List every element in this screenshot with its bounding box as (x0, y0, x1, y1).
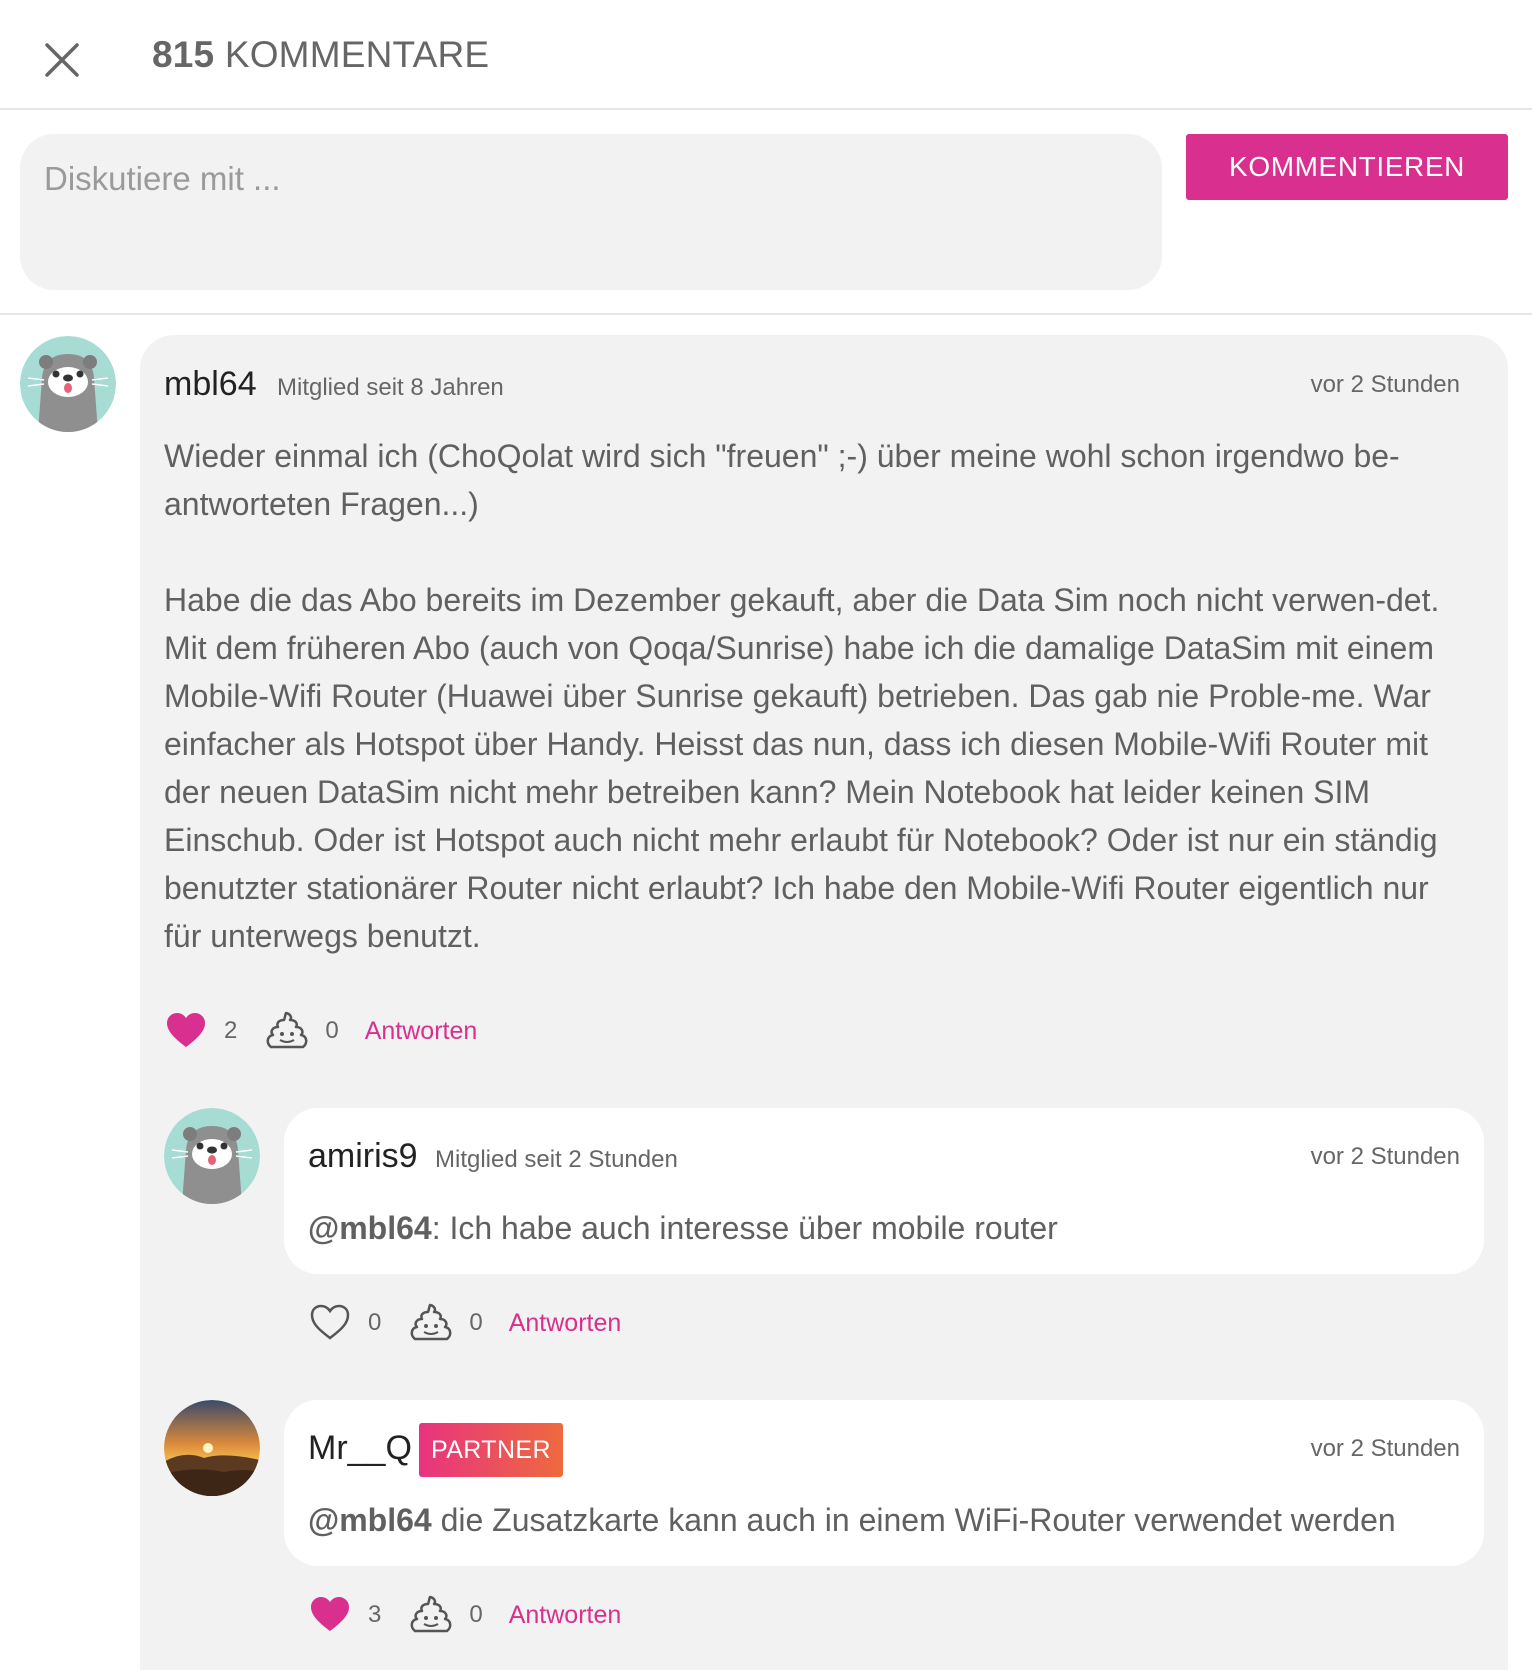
like-count: 3 (368, 1601, 382, 1628)
comment-actions: 2 0 Antworten (164, 1006, 477, 1056)
comment-text: die Zusatzkarte kann auch in einem WiFi-… (431, 1502, 1396, 1538)
divider (0, 313, 1532, 315)
heart-outline-icon[interactable] (308, 1301, 352, 1345)
reply-button[interactable]: Antworten (365, 1017, 478, 1046)
partner-badge: PARTNER (419, 1423, 563, 1477)
page-title: 815 KOMMENTARE (152, 34, 489, 76)
poop-icon[interactable] (409, 1301, 453, 1345)
comment-timestamp: vor 2 Stunden (1310, 1143, 1460, 1170)
otter-avatar-icon (164, 1108, 260, 1204)
comment-body: Wieder einmal ich (ChoQolat wird sich "f… (164, 432, 1464, 960)
submit-comment-button[interactable]: KOMMENTIEREN (1186, 134, 1508, 200)
comment-timestamp: vor 2 Stunden (1310, 371, 1460, 398)
comment-username[interactable]: amiris9 (308, 1137, 418, 1176)
reply-button[interactable]: Antworten (509, 1601, 622, 1630)
comment-actions: 3 0 Antworten (308, 1590, 621, 1640)
comment-timestamp: vor 2 Stunden (1310, 1435, 1460, 1462)
comment-input[interactable] (20, 134, 1162, 290)
poop-count: 0 (469, 1309, 483, 1336)
comments-header: 815 KOMMENTARE (0, 0, 1532, 110)
heart-filled-icon[interactable] (164, 1009, 208, 1053)
reply-button[interactable]: Antworten (509, 1309, 622, 1338)
comment-count: 815 (152, 34, 215, 75)
comment-paragraph: Wieder einmal ich (ChoQolat wird sich "f… (164, 438, 1400, 522)
avatar[interactable] (164, 1400, 260, 1496)
sunset-avatar-icon (164, 1400, 260, 1496)
comment-username[interactable]: Mr__Q (308, 1429, 412, 1468)
mention[interactable]: @mbl64 (308, 1502, 432, 1538)
comment-body: @mbl64: Ich habe auch interesse über mob… (308, 1204, 1468, 1252)
otter-avatar-icon (20, 336, 116, 432)
comment-actions: 0 0 Antworten (308, 1298, 621, 1348)
comment-username[interactable]: mbl64 (164, 365, 257, 404)
comment-body: @mbl64 die Zusatzkarte kann auch in eine… (308, 1496, 1468, 1544)
poop-count: 0 (469, 1601, 483, 1628)
comment-count-label: KOMMENTARE (214, 34, 490, 75)
comment-paragraph: Habe die das Abo bereits im Dezember gek… (164, 582, 1440, 954)
poop-icon[interactable] (409, 1593, 453, 1637)
member-since: Mitglied seit 8 Jahren (277, 374, 504, 401)
mention[interactable]: @mbl64 (308, 1210, 432, 1246)
avatar[interactable] (164, 1108, 260, 1204)
like-count: 0 (368, 1309, 382, 1336)
close-icon[interactable] (38, 36, 86, 84)
poop-count: 0 (325, 1017, 339, 1044)
member-since: Mitglied seit 2 Stunden (435, 1146, 678, 1173)
like-count: 2 (224, 1017, 238, 1044)
heart-filled-icon[interactable] (308, 1593, 352, 1637)
comment-text: : Ich habe auch interesse über mobile ro… (431, 1210, 1058, 1246)
poop-icon[interactable] (265, 1009, 309, 1053)
avatar[interactable] (20, 336, 116, 432)
